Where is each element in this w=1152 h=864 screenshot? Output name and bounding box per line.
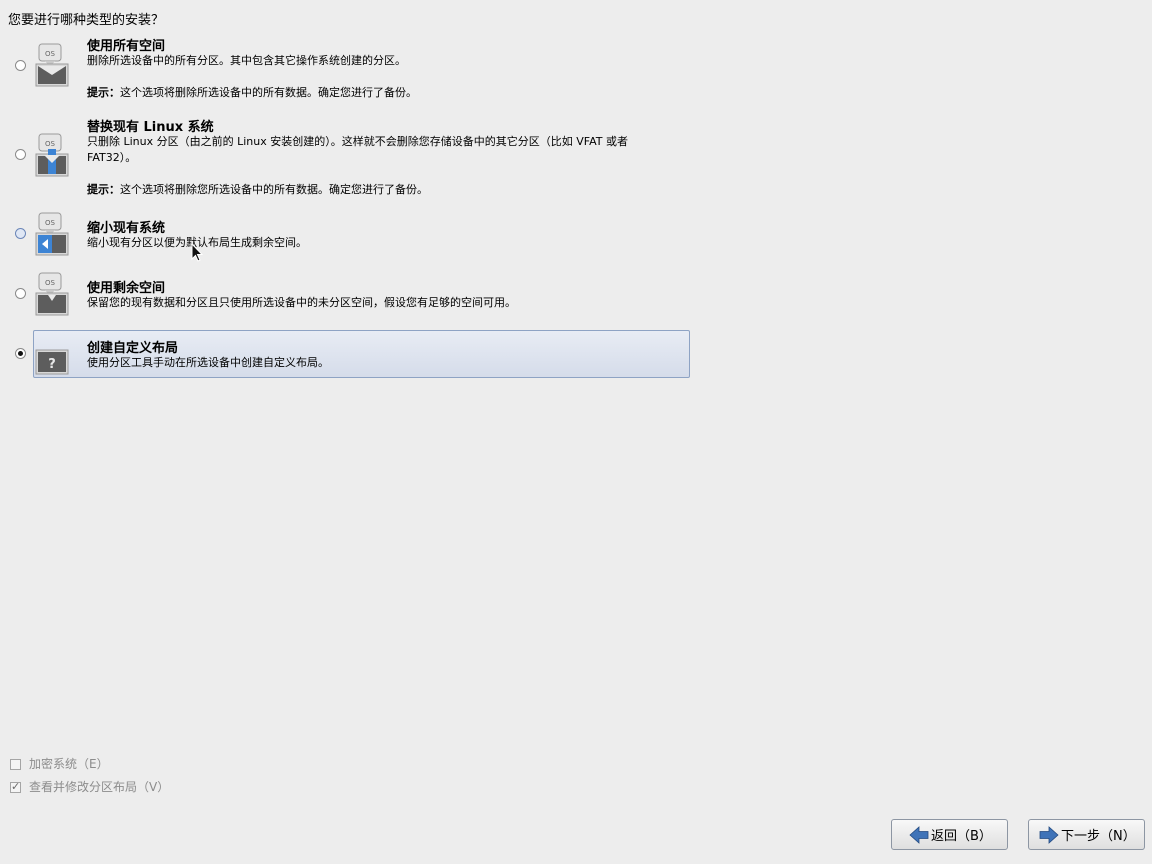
option-description: 保留您的现有数据和分区且只使用所选设备中的未分区空间，假设您有足够的空间可用。 xyxy=(87,296,516,309)
review-partition-layout-checkbox[interactable]: 查看并修改分区布局（V） xyxy=(10,778,169,795)
option-title: 缩小现有系统 xyxy=(87,221,166,236)
checkbox-label: 查看并修改分区布局（V） xyxy=(29,780,170,794)
tip-text: 这个选项将删除您所选设备中的所有数据。确定您进行了备份。 xyxy=(120,183,428,196)
custom-layout-question-icon: ? xyxy=(35,349,69,375)
svg-text:?: ? xyxy=(48,357,56,372)
tip-label: 提示： xyxy=(87,183,120,196)
option-title: 替换现有 Linux 系统 xyxy=(87,120,214,135)
checkbox-label: 加密系统（E） xyxy=(29,757,109,771)
radio-use-free-space[interactable] xyxy=(15,288,26,299)
option-title: 创建自定义布局 xyxy=(87,341,179,356)
os-disk-full-icon: OS xyxy=(35,43,69,87)
option-description: 缩小现有分区以便为默认布局生成剩余空间。 xyxy=(87,236,307,249)
option-description: 删除所选设备中的所有分区。其中包含其它操作系统创建的分区。 xyxy=(87,54,406,67)
os-disk-free-icon: OS xyxy=(35,272,69,316)
svg-text:OS: OS xyxy=(45,279,56,287)
option-tip: 提示：这个选项将删除您所选设备中的所有数据。确定您进行了备份。 xyxy=(87,181,428,197)
tip-text: 这个选项将删除所选设备中的所有数据。确定您进行了备份。 xyxy=(120,86,417,99)
option-description: 使用分区工具手动在所选设备中创建自定义布局。 xyxy=(87,356,329,369)
os-disk-replace-icon: OS xyxy=(35,133,69,177)
next-button-label: 下一步（N） xyxy=(1061,829,1136,844)
option-tip: 提示：这个选项将删除所选设备中的所有数据。确定您进行了备份。 xyxy=(87,84,417,100)
arrow-right-icon xyxy=(1039,825,1059,844)
os-disk-shrink-icon: OS xyxy=(35,212,69,256)
checkbox-box[interactable] xyxy=(10,759,21,770)
radio-shrink-system[interactable] xyxy=(15,228,26,239)
back-button-label: 返回（B） xyxy=(931,829,992,844)
option-title: 使用剩余空间 xyxy=(87,281,166,296)
option-description: 只删除 Linux 分区（由之前的 Linux 安装创建的）。这样就不会删除您存… xyxy=(87,135,628,164)
radio-use-all-space[interactable] xyxy=(15,60,26,71)
svg-text:OS: OS xyxy=(45,140,56,148)
install-type-question: 您要进行哪种类型的安装？ xyxy=(8,13,165,28)
encrypt-system-checkbox[interactable]: 加密系统（E） xyxy=(10,755,109,772)
next-button[interactable]: 下一步（N） xyxy=(1028,819,1145,850)
svg-text:OS: OS xyxy=(45,50,56,58)
mouse-cursor-icon xyxy=(191,243,203,262)
back-button[interactable]: 返回（B） xyxy=(891,819,1008,850)
radio-replace-linux[interactable] xyxy=(15,149,26,160)
checkbox-box[interactable] xyxy=(10,780,21,793)
option-title: 使用所有空间 xyxy=(87,39,166,54)
arrow-left-icon xyxy=(909,825,929,844)
radio-custom-layout[interactable] xyxy=(15,348,26,359)
tip-label: 提示： xyxy=(87,86,120,99)
svg-text:OS: OS xyxy=(45,219,56,227)
